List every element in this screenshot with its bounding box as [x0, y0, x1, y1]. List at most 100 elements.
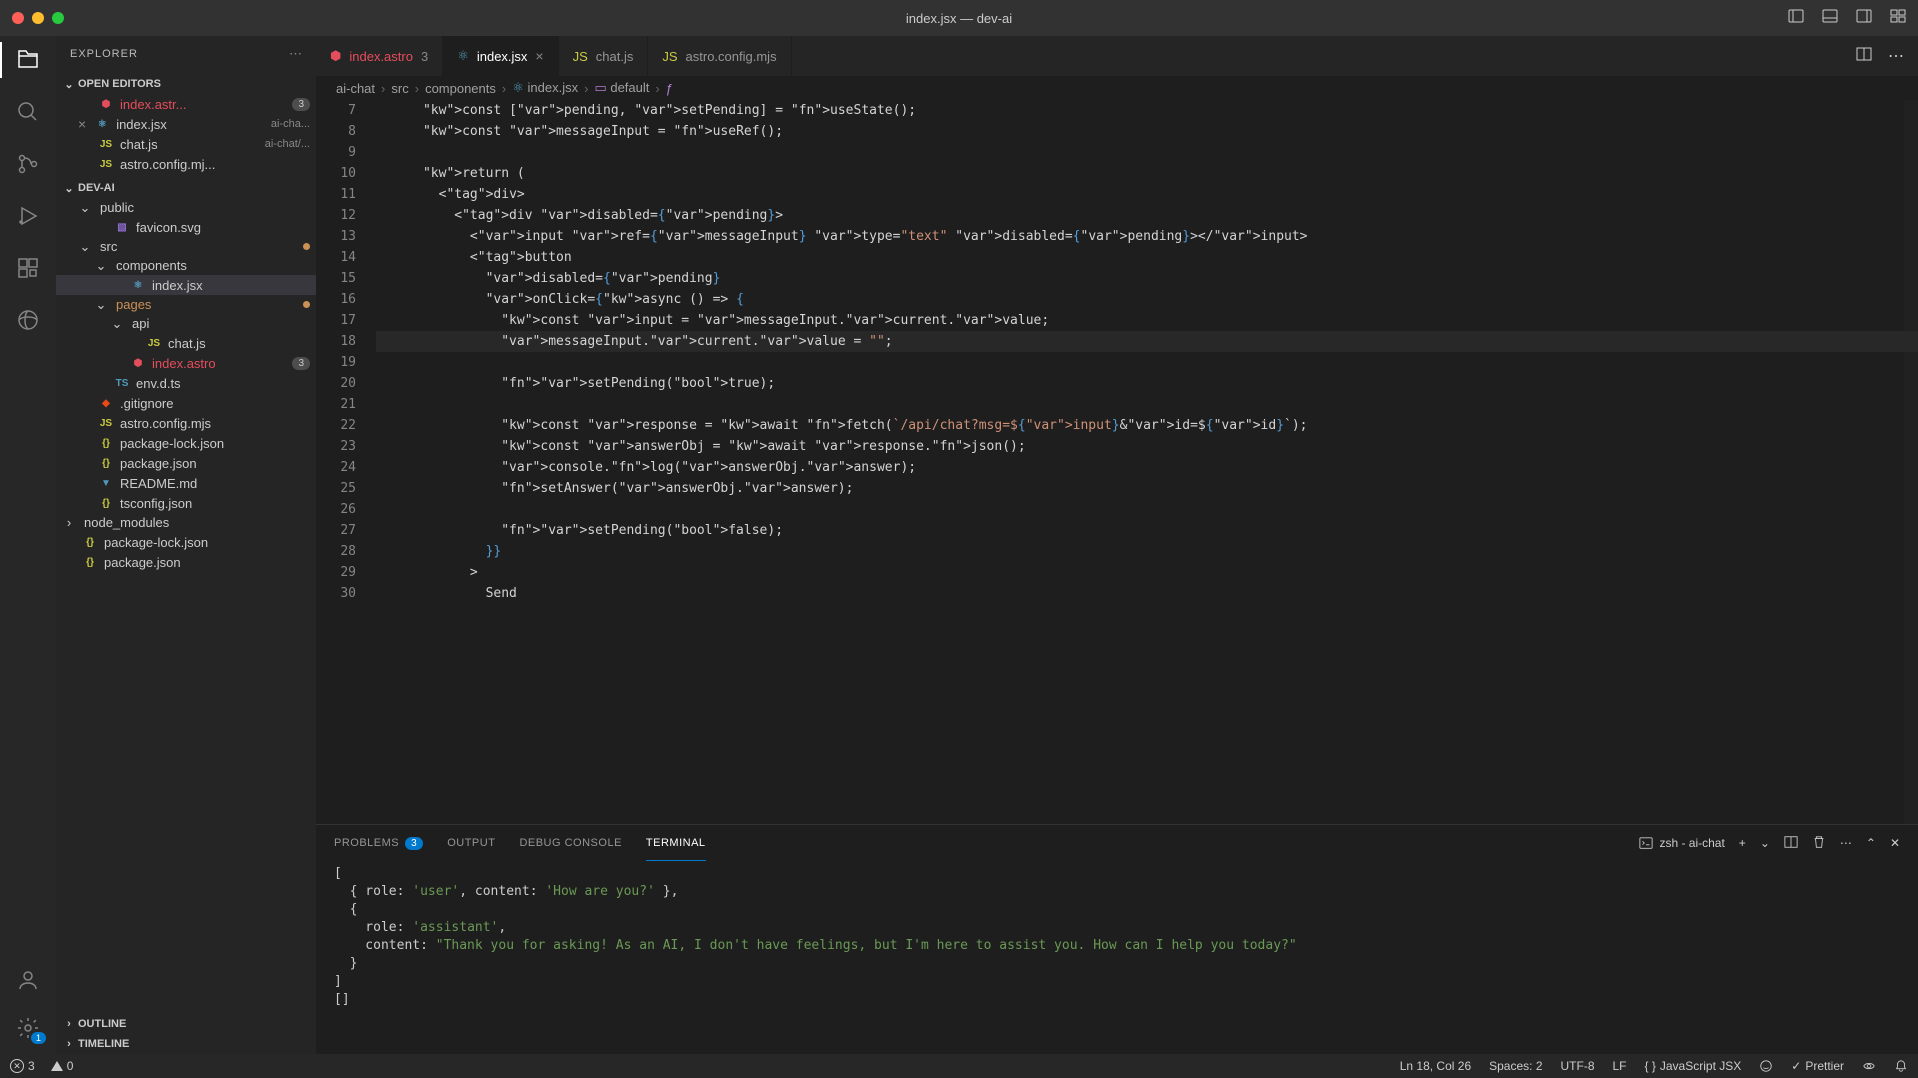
breadcrumb-item[interactable]: ⚛ index.jsx [512, 80, 578, 96]
file-item[interactable]: {}package.json [56, 453, 316, 473]
minimap[interactable] [1904, 100, 1918, 824]
file-item[interactable]: ▼README.md [56, 473, 316, 493]
file-item[interactable]: {}tsconfig.json [56, 493, 316, 513]
split-terminal-icon[interactable] [1784, 835, 1798, 852]
statusbar: ✕3 0 Ln 18, Col 26 Spaces: 2 UTF-8 LF { … [0, 1054, 1918, 1078]
file-icon: ▧ [114, 219, 130, 235]
close-tab-icon[interactable]: × [535, 48, 543, 64]
terminal-content[interactable]: [ { role: 'user', content: 'How are you?… [316, 861, 1918, 1054]
split-editor-icon[interactable] [1856, 46, 1872, 67]
open-editor-item[interactable]: ⬢index.astr...3 [56, 94, 316, 114]
outline-header[interactable]: ›OUTLINE [56, 1014, 316, 1034]
folder-item[interactable]: ›node_modules [56, 513, 316, 532]
layout-sidebar-right-icon[interactable] [1856, 8, 1872, 29]
settings-gear-icon[interactable]: 1 [14, 1014, 42, 1042]
prettier-status[interactable]: ✓Prettier [1791, 1059, 1844, 1073]
window-close[interactable] [12, 12, 24, 24]
file-icon: ⚛ [130, 277, 146, 293]
folder-item[interactable]: ⌄api [56, 314, 316, 333]
maximize-panel-icon[interactable]: ⌃ [1866, 836, 1876, 850]
file-item[interactable]: {}package.json [56, 552, 316, 572]
folder-item[interactable]: ⌄public [56, 198, 316, 217]
run-debug-icon[interactable] [14, 202, 42, 230]
errors-count[interactable]: ✕3 [10, 1059, 35, 1073]
breadcrumb-item[interactable]: src [391, 81, 408, 96]
layout-panel-icon[interactable] [1822, 8, 1838, 29]
window-maximize[interactable] [52, 12, 64, 24]
close-icon[interactable]: × [78, 116, 86, 132]
terminal-dropdown-icon[interactable]: ⌄ [1760, 836, 1770, 850]
edge-tools-icon[interactable] [14, 306, 42, 334]
folder-item[interactable]: ⌄components [56, 256, 316, 275]
open-editor-item[interactable]: JSchat.jsai-chat/... [56, 134, 316, 154]
code-editor[interactable]: 7891011121314151617181920212223242526272… [316, 100, 1918, 824]
breadcrumb-item[interactable]: ai-chat [336, 81, 375, 96]
bottom-panel: PROBLEMS3 OUTPUT DEBUG CONSOLE TERMINAL … [316, 824, 1918, 1054]
more-actions-icon[interactable]: ⋯ [1888, 46, 1904, 67]
language-mode[interactable]: { }JavaScript JSX [1645, 1059, 1742, 1073]
editor-tab[interactable]: JSastro.config.mjs [648, 36, 791, 76]
notifications-icon[interactable] [1894, 1059, 1908, 1073]
accounts-icon[interactable] [14, 966, 42, 994]
terminal-profile[interactable]: zsh - ai-chat [1639, 836, 1724, 850]
breadcrumb[interactable]: ai-chat›src›components›⚛ index.jsx›▭ def… [316, 76, 1918, 100]
eol[interactable]: LF [1613, 1059, 1627, 1073]
file-item[interactable]: ◆.gitignore [56, 393, 316, 413]
close-panel-icon[interactable]: ✕ [1890, 836, 1900, 850]
breadcrumb-item[interactable]: components [425, 81, 496, 96]
timeline-header[interactable]: ›TIMELINE [56, 1034, 316, 1054]
open-editor-item[interactable]: ×⚛index.jsxai-cha... [56, 114, 316, 134]
new-terminal-icon[interactable]: + [1739, 836, 1746, 850]
indentation[interactable]: Spaces: 2 [1489, 1059, 1542, 1073]
feedback-icon[interactable] [1759, 1059, 1773, 1073]
search-icon[interactable] [14, 98, 42, 126]
editor-tab[interactable]: ⬢index.astro3 [316, 36, 443, 76]
file-item[interactable]: ▧favicon.svg [56, 217, 316, 237]
layout-sidebar-left-icon[interactable] [1788, 8, 1804, 29]
breadcrumb-item[interactable]: ▭ default [594, 80, 649, 96]
terminal-tab[interactable]: TERMINAL [646, 825, 706, 861]
live-share-icon[interactable] [1862, 1059, 1876, 1073]
workspace-header[interactable]: ⌄DEV-AI [56, 178, 316, 198]
file-item[interactable]: TSenv.d.ts [56, 373, 316, 393]
output-tab[interactable]: OUTPUT [447, 825, 495, 861]
file-item[interactable]: JSastro.config.mjs [56, 413, 316, 433]
folder-item[interactable]: ⌄src [56, 237, 316, 256]
layout-customize-icon[interactable] [1890, 8, 1906, 29]
extensions-icon[interactable] [14, 254, 42, 282]
terminal-more-icon[interactable]: ⋯ [1840, 836, 1852, 850]
problems-tab[interactable]: PROBLEMS3 [334, 825, 423, 861]
file-icon: TS [114, 375, 130, 391]
encoding[interactable]: UTF-8 [1561, 1059, 1595, 1073]
editor-tab[interactable]: JSchat.js [559, 36, 649, 76]
breadcrumb-item[interactable]: ƒ [666, 81, 673, 96]
sidebar-title: EXPLORER [70, 48, 138, 60]
window-title: index.jsx — dev-ai [906, 11, 1012, 26]
file-icon: ▼ [98, 475, 114, 491]
explorer-icon[interactable] [14, 46, 42, 74]
file-item[interactable]: ⚛index.jsx [56, 275, 316, 295]
file-item[interactable]: JSchat.js [56, 333, 316, 353]
source-control-icon[interactable] [14, 150, 42, 178]
sidebar-more-icon[interactable]: ⋯ [289, 46, 302, 62]
cursor-position[interactable]: Ln 18, Col 26 [1400, 1059, 1471, 1073]
debug-console-tab[interactable]: DEBUG CONSOLE [519, 825, 621, 861]
open-editor-item[interactable]: JSastro.config.mj... [56, 154, 316, 174]
file-item[interactable]: {}package-lock.json [56, 532, 316, 552]
kill-terminal-icon[interactable] [1812, 835, 1826, 852]
open-editors-header[interactable]: ⌄OPEN EDITORS [56, 74, 316, 94]
file-icon: {} [98, 435, 114, 451]
warnings-count[interactable]: 0 [51, 1059, 74, 1073]
file-icon: ⬢ [330, 48, 341, 64]
editor-tab[interactable]: ⚛index.jsx× [443, 36, 558, 76]
file-icon: JS [146, 335, 162, 351]
file-icon: ⬢ [130, 355, 146, 371]
file-icon: {} [98, 495, 114, 511]
file-icon: {} [82, 554, 98, 570]
file-icon: ⬢ [98, 96, 114, 112]
file-item[interactable]: ⬢index.astro3 [56, 353, 316, 373]
activity-bar: 1 [0, 36, 56, 1054]
window-minimize[interactable] [32, 12, 44, 24]
folder-item[interactable]: ⌄pages [56, 295, 316, 314]
file-item[interactable]: {}package-lock.json [56, 433, 316, 453]
